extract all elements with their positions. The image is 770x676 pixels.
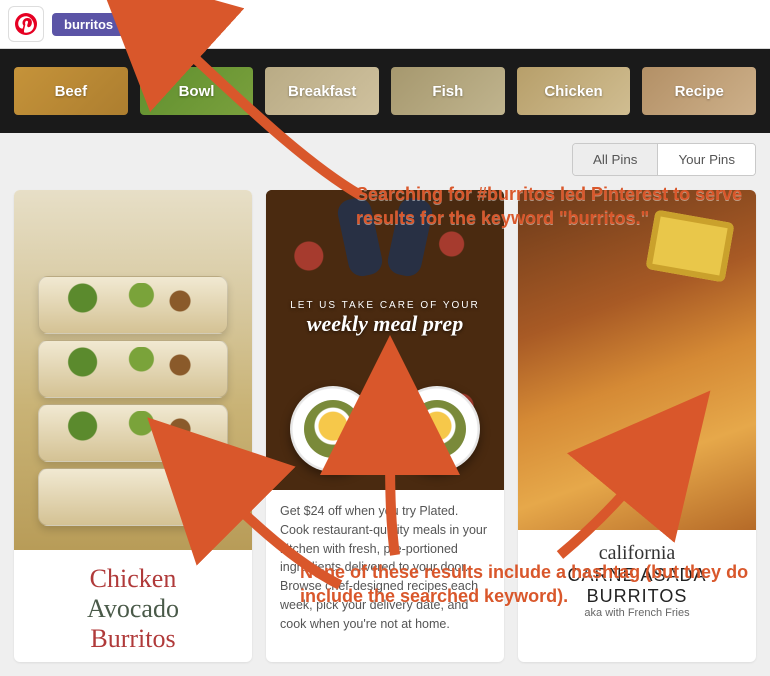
top-bar: burritos ×	[0, 0, 770, 49]
close-icon[interactable]: ×	[121, 17, 129, 32]
title-line: Burritos	[90, 624, 175, 653]
pin-thumbnail	[14, 190, 252, 550]
category-fish[interactable]: Fish	[391, 67, 505, 115]
chip-label: Fish	[432, 83, 463, 100]
pin-card[interactable]: Chicken Avocado Burritos	[14, 190, 252, 662]
pins-tabs: All Pins Your Pins	[572, 143, 756, 176]
pinterest-icon	[15, 13, 37, 35]
pin-title: Chicken Avocado Burritos	[14, 550, 252, 662]
category-bowl[interactable]: Bowl	[140, 67, 254, 115]
category-chicken[interactable]: Chicken	[517, 67, 631, 115]
pin-thumbnail: LET US TAKE CARE OF YOUR weekly meal pre…	[266, 190, 504, 490]
chip-label: Bowl	[179, 83, 215, 100]
pin-card[interactable]: california CARNE ASADA BURRITOS aka with…	[518, 190, 756, 662]
overlay-small: LET US TAKE CARE OF YOUR	[276, 300, 494, 311]
pin-description: Get $24 off when you try Plated. Cook re…	[266, 490, 504, 645]
pin-thumbnail	[518, 190, 756, 530]
chip-label: Beef	[55, 83, 88, 100]
results-grid: Chicken Avocado Burritos LET US TAKE CAR…	[0, 176, 770, 676]
title-line: aka with French Fries	[524, 607, 750, 619]
search-tag-text: burritos	[64, 17, 113, 32]
title-line: CARNE ASADA BURRITOS	[524, 565, 750, 607]
chip-label: Recipe	[675, 83, 724, 100]
search-box[interactable]: burritos ×	[52, 13, 137, 36]
pinterest-logo[interactable]	[8, 6, 44, 42]
tab-all-pins[interactable]: All Pins	[573, 144, 657, 175]
tab-row: All Pins Your Pins	[0, 133, 770, 176]
pin-card[interactable]: LET US TAKE CARE OF YOUR weekly meal pre…	[266, 190, 504, 662]
tab-your-pins[interactable]: Your Pins	[657, 144, 755, 175]
chip-label: Breakfast	[288, 83, 356, 100]
title-line: california	[524, 542, 750, 565]
category-recipe[interactable]: Recipe	[642, 67, 756, 115]
overlay-big: weekly meal prep	[276, 311, 494, 337]
pin-title: california CARNE ASADA BURRITOS aka with…	[518, 530, 756, 627]
title-line: Chicken	[90, 564, 177, 593]
category-beef[interactable]: Beef	[14, 67, 128, 115]
title-line: Avocado	[22, 594, 244, 624]
category-bar: Beef Bowl Breakfast Fish Chicken Recipe	[0, 49, 770, 133]
category-breakfast[interactable]: Breakfast	[265, 67, 379, 115]
chip-label: Chicken	[544, 83, 602, 100]
search-tag[interactable]: burritos ×	[52, 13, 137, 36]
